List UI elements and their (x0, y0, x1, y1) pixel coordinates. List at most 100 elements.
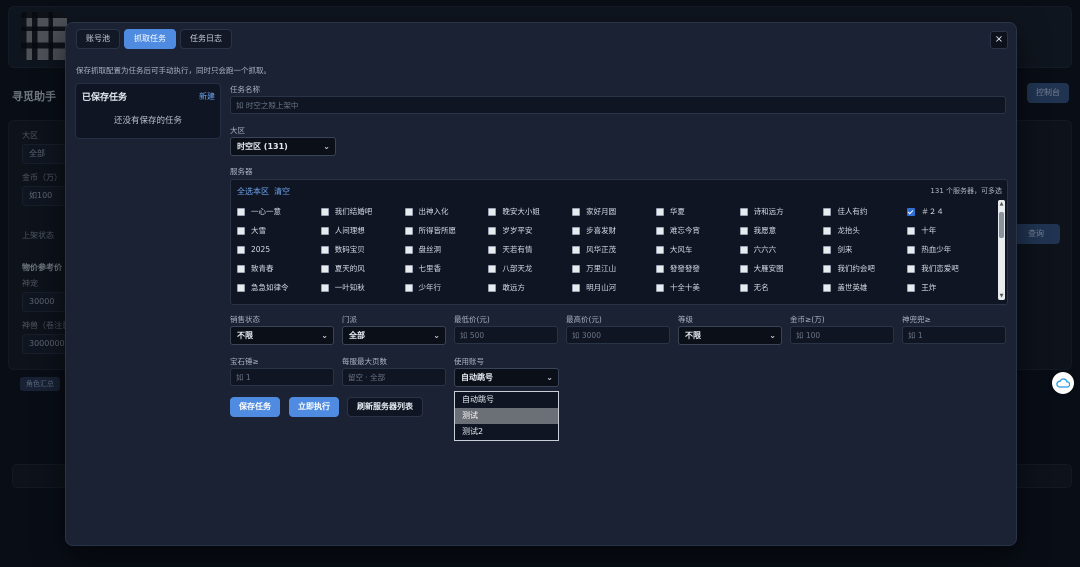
server-checkbox[interactable] (404, 226, 413, 235)
server-checkbox[interactable] (572, 245, 581, 254)
server-option[interactable]: 天若有情 (488, 240, 572, 259)
server-option[interactable]: 急急如律令 (237, 278, 321, 297)
server-checkbox[interactable] (739, 283, 748, 292)
server-checkbox[interactable] (739, 264, 748, 273)
server-checkbox[interactable] (237, 245, 245, 254)
server-checkbox[interactable] (823, 245, 832, 254)
gold-input[interactable]: 如 100 (790, 326, 894, 344)
server-option[interactable]: 龙抬头 (823, 221, 907, 240)
server-option[interactable] (656, 297, 740, 300)
refresh-servers-button[interactable]: 刷新服务器列表 (347, 397, 423, 417)
sale-status-select[interactable]: 不限 ⌄ (230, 326, 334, 345)
server-checkbox[interactable] (488, 264, 497, 273)
server-option[interactable]: 少年行 (404, 278, 489, 297)
server-checkbox[interactable] (823, 283, 832, 292)
server-checkbox[interactable] (404, 207, 413, 216)
server-option[interactable]: 诗和远方 (739, 202, 824, 221)
server-checkbox[interactable] (320, 226, 329, 235)
clear-link[interactable]: 清空 (274, 186, 290, 197)
account-option-test[interactable]: 测试 (455, 408, 558, 424)
server-checkbox[interactable] (320, 283, 329, 292)
server-checkbox[interactable] (488, 207, 497, 216)
server-option[interactable]: 出神入化 (404, 202, 489, 221)
server-checkbox[interactable] (404, 245, 413, 254)
task-name-input[interactable]: 如 时空之隙上架中 (230, 96, 1006, 114)
server-option[interactable]: 大雪 (237, 221, 321, 240)
server-option[interactable]: 大雁安图 (739, 259, 824, 278)
server-checkbox[interactable] (907, 245, 916, 254)
run-now-button[interactable]: 立即执行 (289, 397, 339, 417)
server-checkbox[interactable] (237, 283, 245, 292)
tab-fetch-task[interactable]: 抓取任务 (124, 29, 176, 49)
server-option[interactable] (907, 297, 991, 300)
server-option[interactable]: 六六六 (739, 240, 824, 259)
min-price-input[interactable]: 如 500 (454, 326, 558, 344)
server-option[interactable]: 步喜发财 (572, 221, 656, 240)
pages-input[interactable]: 留空 · 全部 (342, 368, 446, 386)
account-select[interactable]: 自动跳号 ⌄ (454, 368, 559, 387)
level-select[interactable]: 不限 ⌄ (678, 326, 782, 345)
server-option[interactable]: 明月山河 (572, 278, 656, 297)
server-checkbox[interactable] (572, 207, 581, 216)
server-option[interactable]: 难忘今宵 (655, 221, 740, 240)
server-checkbox[interactable] (404, 283, 413, 292)
server-option[interactable]: 我们恋爱吧 (907, 259, 991, 278)
server-option[interactable] (488, 297, 572, 300)
server-option[interactable]: 我们约会吧 (823, 259, 907, 278)
server-option[interactable]: 七里香 (404, 259, 489, 278)
server-option[interactable]: 华夏 (655, 202, 740, 221)
server-checkbox[interactable] (320, 207, 329, 216)
account-option-test2[interactable]: 测试2 (455, 424, 558, 440)
server-checkbox[interactable] (907, 264, 916, 273)
server-checkbox[interactable] (739, 245, 748, 254)
server-option[interactable]: 家好月圆 (572, 202, 656, 221)
cloud-icon[interactable] (1052, 372, 1074, 394)
server-checkbox[interactable] (823, 207, 832, 216)
server-checkbox[interactable] (655, 264, 664, 273)
gem-input[interactable]: 如 1 (230, 368, 334, 386)
max-price-input[interactable]: 如 3000 (566, 326, 670, 344)
server-scrollbar[interactable]: ▲ ▼ (998, 200, 1005, 300)
server-checkbox[interactable] (655, 226, 664, 235)
server-option[interactable]: 十年 (907, 221, 991, 240)
server-option[interactable]: 發發發發 (655, 259, 740, 278)
scroll-thumb[interactable] (999, 212, 1004, 238)
server-option[interactable] (572, 297, 656, 300)
server-checkbox[interactable] (572, 283, 581, 292)
server-checkbox[interactable] (907, 207, 916, 216)
server-option[interactable]: 八部天龙 (488, 259, 572, 278)
tab-task-log[interactable]: 任务日志 (180, 29, 232, 49)
server-checkbox[interactable] (739, 207, 748, 216)
server-checkbox[interactable] (907, 283, 916, 292)
server-checkbox[interactable] (237, 207, 245, 216)
account-option-auto[interactable]: 自动跳号 (455, 392, 558, 408)
server-checkbox[interactable] (488, 245, 497, 254)
server-checkbox[interactable] (320, 264, 329, 273)
server-option[interactable]: 2025 (237, 240, 321, 259)
server-option[interactable]: 十全十美 (655, 278, 740, 297)
server-checkbox[interactable] (237, 264, 245, 273)
server-option[interactable]: 晚安大小姐 (488, 202, 572, 221)
server-option[interactable] (740, 297, 824, 300)
close-icon[interactable]: × (990, 31, 1008, 49)
select-all-link[interactable]: 全选本区 (237, 186, 269, 197)
scroll-down-icon[interactable]: ▼ (998, 293, 1005, 299)
server-option[interactable]: ＃２４ (907, 202, 991, 221)
server-option[interactable]: 万里江山 (572, 259, 656, 278)
server-checkbox[interactable] (488, 283, 497, 292)
server-option[interactable]: 人间理想 (320, 221, 405, 240)
server-option[interactable]: 我愿意 (739, 221, 824, 240)
server-checkbox[interactable] (572, 264, 581, 273)
server-checkbox[interactable] (739, 226, 748, 235)
server-option[interactable]: 风华正茂 (572, 240, 656, 259)
server-option[interactable]: 剑来 (823, 240, 907, 259)
server-checkbox[interactable] (572, 226, 581, 235)
region-select[interactable]: 时空区 (131) ⌄ (230, 137, 336, 156)
server-checkbox[interactable] (237, 226, 245, 235)
server-option[interactable]: 致青春 (237, 259, 321, 278)
pet-input[interactable]: 如 1 (902, 326, 1006, 344)
server-option[interactable] (405, 297, 489, 300)
server-checkbox[interactable] (907, 226, 916, 235)
server-option[interactable]: 王炸 (907, 278, 991, 297)
server-checkbox[interactable] (488, 226, 497, 235)
